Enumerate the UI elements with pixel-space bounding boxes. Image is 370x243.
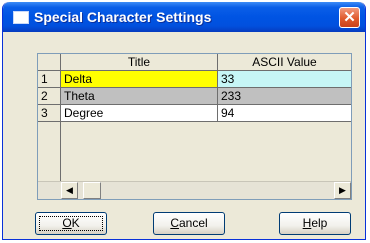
grid-corner <box>38 54 61 71</box>
ok-button[interactable]: OK <box>35 212 107 235</box>
scroll-left-icon[interactable]: ◀ <box>61 182 78 199</box>
row-number[interactable]: 3 <box>38 105 61 122</box>
cancel-hotkey: C <box>170 216 179 230</box>
row-number[interactable]: 2 <box>38 88 61 105</box>
cell-title[interactable]: Theta <box>61 88 218 105</box>
window-icon <box>13 11 29 24</box>
character-grid[interactable]: Title ASCII Value 1 Delta 33 2 Theta 233… <box>37 53 352 200</box>
close-icon[interactable]: ✕ <box>339 7 360 28</box>
help-button[interactable]: Help <box>279 212 351 235</box>
ok-label: K <box>71 216 80 230</box>
window-title: Special Character Settings <box>34 9 212 25</box>
title-bar[interactable]: Special Character Settings ✕ <box>3 2 365 32</box>
cell-ascii-value[interactable]: 94 <box>218 105 351 122</box>
row-number[interactable]: 1 <box>38 71 61 88</box>
cancel-button[interactable]: Cancel <box>153 212 225 235</box>
ok-hotkey: O <box>62 216 72 230</box>
scroll-right-icon[interactable]: ▶ <box>334 182 351 199</box>
row-header-strip <box>38 122 61 182</box>
special-character-settings-dialog: Special Character Settings ✕ Title ASCII… <box>2 2 366 240</box>
cancel-label: ancel <box>178 216 208 230</box>
cell-ascii-value[interactable]: 33 <box>218 71 351 88</box>
horizontal-scrollbar[interactable]: ◀ ▶ <box>38 181 351 199</box>
cell-title[interactable]: Delta <box>61 71 218 88</box>
column-header-ascii-value[interactable]: ASCII Value <box>218 54 351 71</box>
cell-ascii-value[interactable]: 233 <box>218 88 351 105</box>
column-header-title[interactable]: Title <box>61 54 218 71</box>
cell-title[interactable]: Degree <box>61 105 218 122</box>
help-label: elp <box>311 216 328 230</box>
scroll-thumb[interactable] <box>83 182 101 199</box>
